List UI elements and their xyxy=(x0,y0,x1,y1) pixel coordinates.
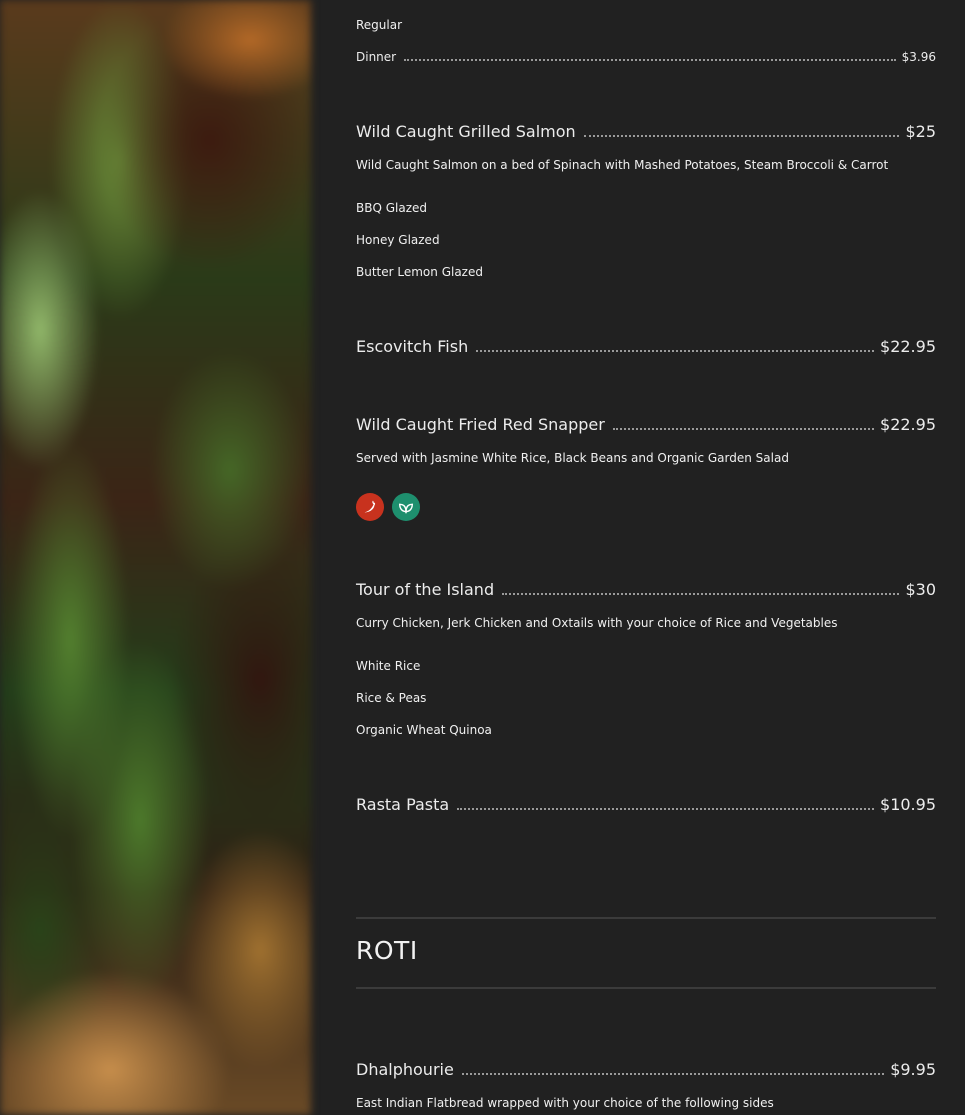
vegan-leaf-icon xyxy=(392,493,420,521)
item-description: Curry Chicken, Jerk Chicken and Oxtails … xyxy=(356,616,838,630)
dot-leader xyxy=(404,59,896,61)
section-divider-bottom xyxy=(356,987,936,989)
option-organic-wheat-quinoa[interactable]: Organic Wheat Quinoa xyxy=(356,723,492,737)
menu-item-dhalphourie[interactable]: Dhalphourie $9.95 xyxy=(356,1060,936,1079)
item-name: Wild Caught Fried Red Snapper xyxy=(356,415,605,434)
food-photo-background xyxy=(0,0,311,1115)
option-butter-lemon-glazed[interactable]: Butter Lemon Glazed xyxy=(356,265,483,279)
item-name: Wild Caught Grilled Salmon xyxy=(356,122,576,141)
item-name: Tour of the Island xyxy=(356,580,495,599)
item-price: $25 xyxy=(905,122,936,141)
menu-item-escovitch-fish[interactable]: Escovitch Fish $22.95 xyxy=(356,337,936,356)
menu-item-rasta-pasta[interactable]: Rasta Pasta $10.95 xyxy=(356,795,936,814)
item-price: $22.95 xyxy=(880,337,936,356)
item-name: Rasta Pasta xyxy=(356,795,450,814)
item-description: Wild Caught Salmon on a bed of Spinach w… xyxy=(356,158,889,172)
option-white-rice[interactable]: White Rice xyxy=(356,659,420,673)
item-price: $30 xyxy=(905,580,936,599)
section-title-roti: ROTI xyxy=(356,936,418,965)
section-divider-top xyxy=(356,917,936,919)
item-name: Escovitch Fish xyxy=(356,337,469,356)
option-dinner-row[interactable]: Dinner $3.96 xyxy=(356,50,936,64)
menu-item-red-snapper[interactable]: Wild Caught Fried Red Snapper $22.95 xyxy=(356,415,936,434)
option-regular[interactable]: Regular xyxy=(356,18,402,32)
menu-item-tour-of-the-island[interactable]: Tour of the Island $30 xyxy=(356,580,936,599)
dot-leader xyxy=(457,808,875,810)
option-rice-and-peas[interactable]: Rice & Peas xyxy=(356,691,426,705)
dot-leader xyxy=(583,135,900,137)
option-dinner-price: $3.96 xyxy=(901,50,936,64)
chili-pepper-icon xyxy=(356,493,384,521)
option-dinner-label: Dinner xyxy=(356,50,397,64)
dot-leader xyxy=(502,593,900,595)
item-price: $22.95 xyxy=(880,415,936,434)
item-description: Served with Jasmine White Rice, Black Be… xyxy=(356,451,789,465)
option-bbq-glazed[interactable]: BBQ Glazed xyxy=(356,201,427,215)
item-name: Dhalphourie xyxy=(356,1060,454,1079)
item-description: East Indian Flatbread wrapped with your … xyxy=(356,1096,774,1110)
menu-item-salmon[interactable]: Wild Caught Grilled Salmon $25 xyxy=(356,122,936,141)
option-honey-glazed[interactable]: Honey Glazed xyxy=(356,233,440,247)
dot-leader xyxy=(476,350,875,352)
dot-leader xyxy=(461,1073,885,1075)
item-price: $10.95 xyxy=(880,795,936,814)
dot-leader xyxy=(612,428,875,430)
item-price: $9.95 xyxy=(890,1060,936,1079)
